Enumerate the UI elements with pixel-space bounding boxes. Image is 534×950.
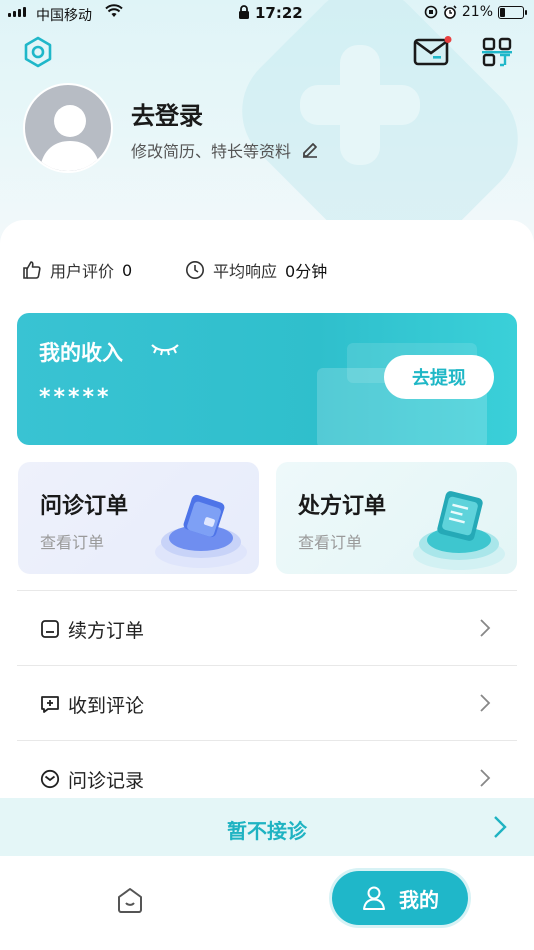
user-icon (363, 886, 385, 910)
rotation-icon (424, 5, 438, 19)
withdraw-button[interactable]: 去提现 (384, 355, 494, 399)
pause-consultation-label: 暂不接诊 (227, 819, 307, 843)
chevron-right-icon (479, 693, 491, 717)
income-card[interactable]: 我的收入 ***** 去提现 (17, 313, 517, 445)
prescription-order-title: 处方订单 (298, 494, 387, 519)
list-item-label: 续方订单 (68, 620, 145, 642)
login-subtitle[interactable]: 修改简历、特长等资料 (131, 138, 291, 162)
carrier-name: 中国移动 (36, 8, 92, 24)
login-title[interactable]: 去登录 (131, 96, 203, 131)
tab-mine[interactable]: 我的 (332, 871, 468, 925)
signal-icon (8, 7, 26, 17)
chevron-right-icon (479, 768, 491, 792)
list-item-label: 收到评论 (68, 695, 145, 717)
wifi-icon (105, 4, 123, 22)
response-value: 0分钟 (285, 262, 328, 281)
pause-consultation-bar[interactable]: 暂不接诊 (0, 798, 534, 856)
chevron-right-icon (492, 814, 508, 844)
consult-order-card[interactable]: 问诊订单 查看订单 (18, 462, 259, 574)
chevron-right-icon (479, 618, 491, 642)
battery-percent: 21% (461, 4, 493, 20)
consult-order-title: 问诊订单 (40, 494, 129, 519)
avatar[interactable] (23, 83, 113, 173)
clock: 17:22 (255, 4, 303, 22)
prescription-order-subtitle: 查看订单 (298, 533, 363, 552)
message-icon[interactable] (413, 36, 453, 72)
edit-icon[interactable] (301, 140, 319, 162)
menu-list: 续方订单 收到评论 问诊记录 (17, 590, 517, 816)
tab-mine-label: 我的 (399, 887, 439, 912)
settings-icon[interactable] (22, 36, 54, 72)
tab-bar: 我的 (0, 856, 534, 950)
user-rating-stat: 用户评价 0 (22, 258, 132, 282)
wallet-illustration-icon (151, 480, 251, 574)
status-right: 21% (424, 4, 527, 20)
consult-order-subtitle: 查看订单 (40, 533, 105, 552)
list-item-received-reviews[interactable]: 收到评论 (17, 665, 517, 741)
alarm-icon (443, 5, 457, 19)
prescription-illustration-icon (409, 480, 509, 574)
eye-closed-icon[interactable] (150, 341, 180, 361)
rating-label: 用户评价 (50, 262, 115, 281)
income-title: 我的收入 (39, 341, 123, 365)
response-label: 平均响应 (213, 262, 278, 281)
home-icon (118, 888, 142, 913)
list-item-label: 问诊记录 (68, 770, 145, 792)
thumbs-up-icon (23, 261, 41, 279)
income-amount: ***** (39, 385, 112, 410)
status-bar: 中国移动 17:22 21% (0, 0, 534, 28)
plus-comment-icon (40, 694, 60, 718)
avg-response-stat: 平均响应 0分钟 (185, 258, 327, 282)
tab-home[interactable] (116, 886, 144, 918)
battery-icon (498, 5, 527, 19)
prescription-order-card[interactable]: 处方订单 查看订单 (276, 462, 517, 574)
header-plus-horizontal (300, 85, 420, 125)
rating-value: 0 (122, 260, 133, 280)
envelope-circle-icon (40, 769, 60, 793)
clock-icon (186, 261, 204, 279)
list-item-renewal-orders[interactable]: 续方订单 (17, 590, 517, 666)
qr-code-icon[interactable] (482, 37, 512, 71)
orientation-lock-icon (238, 5, 250, 24)
minus-square-icon (40, 619, 60, 643)
